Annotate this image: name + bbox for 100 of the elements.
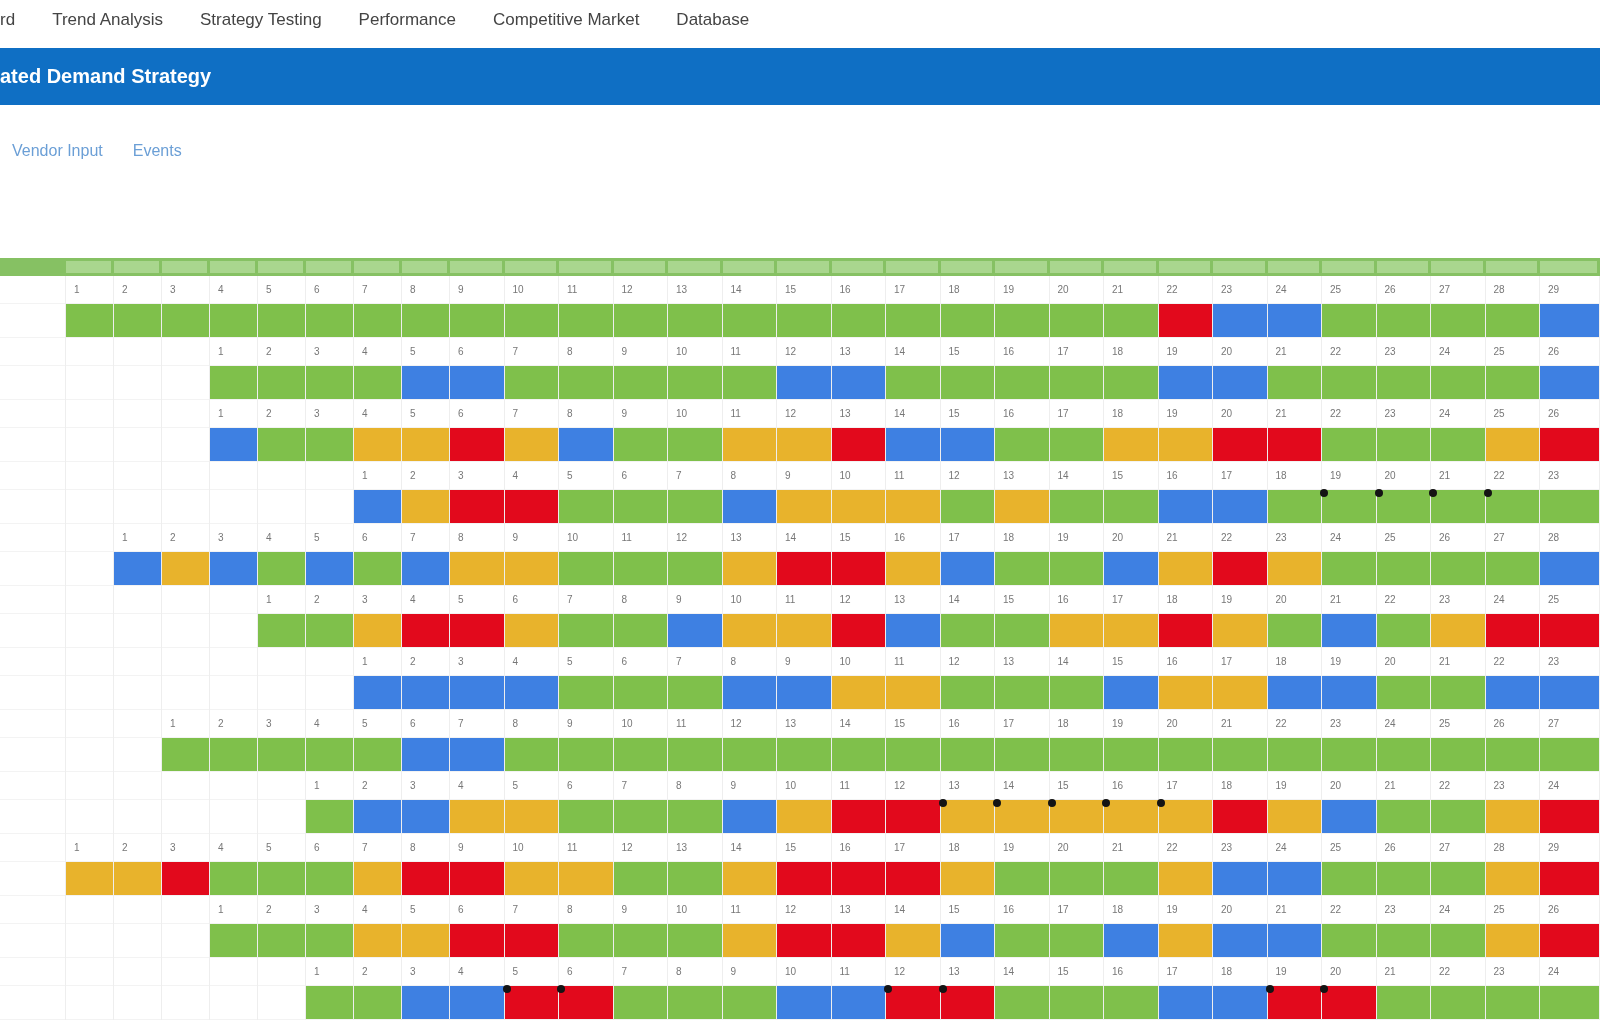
day-number: 22 [1493,469,1505,482]
day-number: 18 [1275,469,1287,482]
day-number: 14 [1057,469,1069,482]
day-number: 2 [122,283,128,296]
day-number: 17 [1221,655,1233,668]
day-number: 2 [266,407,272,420]
day-number: 2 [410,655,416,668]
day-number: 19 [1166,345,1178,358]
day-number: 13 [785,717,797,730]
day-number: 1 [170,717,176,730]
day-number: 15 [948,407,960,420]
day-number: 3 [362,593,368,606]
day-number: 26 [1384,841,1396,854]
day-number: 24 [1275,841,1287,854]
day-number: 9 [567,717,573,730]
day-number: 19 [1166,407,1178,420]
day-number: 19 [1330,469,1342,482]
day-number: 12 [948,469,960,482]
day-number: 19 [1166,903,1178,916]
day-number: 17 [894,283,906,296]
day-number: 2 [362,779,368,792]
day-number: 1 [362,655,368,668]
nav-link[interactable]: rd [0,8,16,32]
day-number: 13 [839,407,851,420]
day-number: 12 [621,283,633,296]
day-number: 22 [1166,283,1178,296]
day-number: 11 [730,345,741,358]
day-number: 21 [1439,469,1451,482]
day-number: 17 [1221,469,1233,482]
day-number: 4 [218,841,224,854]
day-number: 25 [1330,841,1342,854]
day-number: 20 [1057,283,1069,296]
day-number: 10 [730,593,742,606]
day-number: 12 [785,407,797,420]
day-number: 14 [1057,655,1069,668]
day-number: 27 [1439,283,1451,296]
day-number: 17 [894,841,906,854]
day-number: 6 [458,903,464,916]
day-number: 3 [410,779,416,792]
day-number: 5 [362,717,368,730]
day-number: 17 [1112,593,1124,606]
day-number: 6 [458,407,464,420]
day-number: 17 [1166,779,1178,792]
nav-link[interactable]: Strategy Testing [200,8,322,32]
day-number: 18 [1112,903,1124,916]
day-number: 21 [1112,841,1124,854]
day-number: 6 [567,965,573,978]
day-number: 15 [894,717,906,730]
day-number: 26 [1439,531,1451,544]
day-number: 11 [567,841,578,854]
day-number: 5 [410,407,416,420]
day-number: 5 [512,965,519,978]
day-number: 4 [458,965,464,978]
day-number: 6 [512,593,519,606]
day-number: 20 [1057,841,1069,854]
day-number: 23 [1330,717,1342,730]
day-number: 10 [676,903,688,916]
day-number: 5 [314,531,320,544]
day-number: 10 [676,345,688,358]
day-number: 14 [894,345,906,358]
day-number: 6 [314,283,320,296]
nav-link[interactable]: Trend Analysis [52,8,163,32]
day-number: 21 [1384,779,1396,792]
day-number: 3 [314,345,320,358]
day-number: 16 [894,531,906,544]
day-number: 8 [410,841,416,854]
day-number: 24 [1275,283,1287,296]
day-number: 25 [1548,593,1560,606]
day-number: 8 [567,407,573,420]
day-number: 19 [1221,593,1233,606]
nav-link[interactable]: Competitive Market [492,8,640,32]
day-number: 17 [1003,717,1015,730]
day-number: 10 [512,841,524,854]
page-title: ated Demand Strategy [0,65,212,88]
day-number: 22 [1166,841,1178,854]
day-number: 1 [362,469,368,482]
day-number: 29 [1548,283,1560,296]
nav-link[interactable]: Database [676,8,750,32]
day-number: 7 [676,655,682,668]
day-number: 12 [839,593,851,606]
day-number: 7 [512,345,519,358]
day-number: 22 [1439,965,1451,978]
day-number: 18 [1057,717,1069,730]
day-number: 2 [170,531,176,544]
day-number: 9 [730,779,737,792]
day-number: 14 [894,903,906,916]
day-number: 12 [676,531,688,544]
day-number: 8 [621,593,628,606]
day-number: 5 [410,903,416,916]
day-number: 6 [567,779,573,792]
day-number: 22 [1330,903,1342,916]
day-number: 2 [266,903,272,916]
day-number: 16 [1003,903,1015,916]
nav-link[interactable]: Performance [358,8,456,32]
day-number: 2 [266,345,272,358]
day-number: 15 [839,531,851,544]
day-number: 21 [1384,965,1396,978]
day-number: 10 [621,717,633,730]
day-number: 2 [218,717,224,730]
day-number: 6 [621,655,628,668]
